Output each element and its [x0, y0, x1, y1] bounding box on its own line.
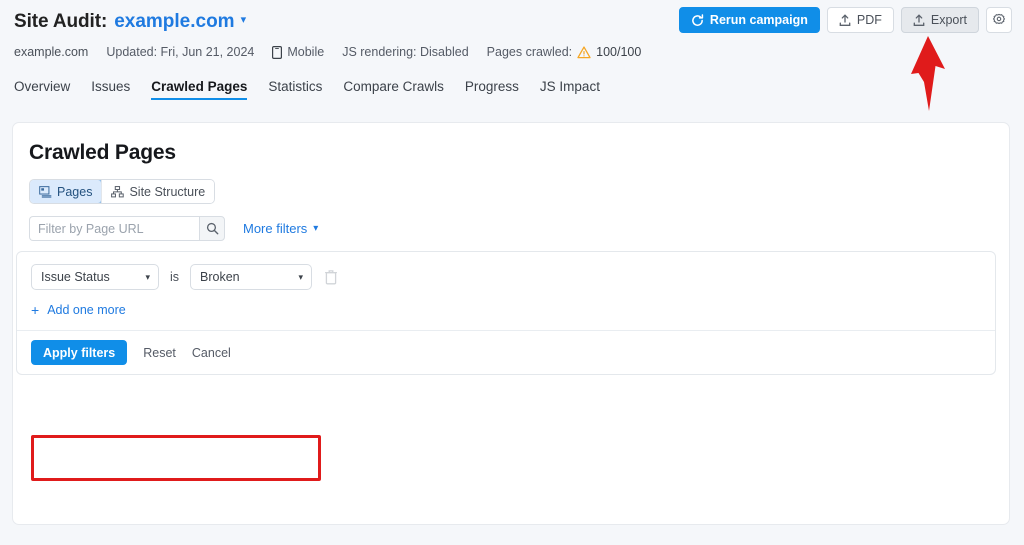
- tab-overview[interactable]: Overview: [14, 79, 70, 100]
- header-meta: example.com Updated: Fri, Jun 21, 2024 M…: [14, 45, 1010, 59]
- filter-field-wrap: Issue Status ▾: [31, 264, 159, 290]
- tab-crawled-pages[interactable]: Crawled Pages: [151, 79, 247, 100]
- more-filters-toggle[interactable]: More filters ▾: [243, 221, 318, 236]
- filter-operator-label: is: [170, 270, 180, 284]
- pdf-button[interactable]: PDF: [826, 7, 894, 33]
- meta-pages-crawled-value: 100/100: [596, 45, 642, 59]
- site-domain-link[interactable]: example.com: [114, 11, 234, 33]
- search-input[interactable]: [29, 216, 199, 241]
- tab-issues[interactable]: Issues: [91, 79, 130, 100]
- meta-pages-crawled: Pages crawled: 100/100: [487, 45, 642, 59]
- refresh-icon: [692, 13, 704, 26]
- rerun-campaign-button[interactable]: Rerun campaign: [678, 7, 820, 33]
- header-actions: Rerun campaign PDF Export: [678, 7, 1012, 33]
- page-title: Site Audit:: [14, 11, 108, 32]
- export-button[interactable]: Export: [900, 7, 979, 33]
- main-tabs: Overview Issues Crawled Pages Statistics…: [0, 73, 1024, 100]
- delete-filter-button[interactable]: [323, 268, 339, 286]
- plus-icon: +: [31, 302, 40, 318]
- tab-js-impact[interactable]: JS Impact: [540, 79, 600, 100]
- segment-site-structure[interactable]: Site Structure: [101, 180, 215, 203]
- settings-button[interactable]: [986, 7, 1012, 33]
- meta-device-label: Mobile: [287, 45, 325, 59]
- filter-value-select[interactable]: Broken: [190, 264, 313, 290]
- filter-panel-body: Issue Status ▾ is Broken ▾ + Add one mor…: [17, 252, 995, 330]
- meta-domain: example.com: [14, 45, 89, 59]
- reset-filters-button[interactable]: Reset: [143, 346, 176, 360]
- export-label: Export: [930, 13, 967, 27]
- view-mode-segmented-control: Pages Site Structure: [29, 179, 216, 204]
- apply-filters-button[interactable]: Apply filters: [31, 340, 128, 365]
- pages-grid-icon: [39, 185, 52, 198]
- card-title: Crawled Pages: [29, 141, 176, 164]
- add-one-more-label: Add one more: [47, 303, 126, 317]
- add-one-more-button[interactable]: + Add one more: [31, 303, 126, 317]
- cancel-filters-button[interactable]: Cancel: [192, 346, 231, 360]
- segment-site-structure-label: Site Structure: [129, 184, 206, 199]
- search-button[interactable]: [199, 216, 225, 241]
- filter-panel: Issue Status ▾ is Broken ▾ + Add one mor…: [16, 251, 996, 375]
- filter-bar: More filters ▾: [29, 216, 1009, 241]
- search-icon: [206, 222, 218, 235]
- tab-statistics[interactable]: Statistics: [268, 79, 322, 100]
- site-structure-icon: [111, 185, 125, 197]
- meta-pages-crawled-label: Pages crawled:: [486, 45, 573, 59]
- gear-icon: [992, 13, 1006, 25]
- filter-field-select[interactable]: Issue Status: [31, 264, 159, 290]
- upload-icon: [839, 14, 851, 26]
- search-group: [29, 216, 225, 241]
- more-filters-label: More filters: [243, 221, 308, 236]
- meta-updated: Updated: Fri, Jun 21, 2024: [106, 45, 255, 59]
- filter-value-wrap: Broken ▾: [190, 264, 313, 290]
- filter-panel-footer: Apply filters Reset Cancel: [17, 330, 995, 374]
- pdf-label: PDF: [856, 13, 882, 27]
- mobile-phone-icon: [272, 45, 283, 59]
- segment-pages[interactable]: Pages: [30, 180, 103, 203]
- trash-icon: [325, 269, 338, 284]
- chevron-down-icon[interactable]: ▾: [241, 14, 247, 26]
- upload-icon: [913, 14, 925, 26]
- filter-condition-row: Issue Status ▾ is Broken ▾: [31, 264, 981, 290]
- chevron-down-icon: ▾: [313, 223, 319, 234]
- warning-triangle-icon: [577, 45, 591, 58]
- tab-progress[interactable]: Progress: [465, 79, 519, 100]
- rerun-campaign-label: Rerun campaign: [709, 13, 808, 27]
- meta-device: Mobile: [272, 45, 324, 59]
- tab-compare-crawls[interactable]: Compare Crawls: [343, 79, 444, 100]
- meta-js-rendering: JS rendering: Disabled: [342, 45, 469, 59]
- page-header: Site Audit: example.com ▾ example.com Up…: [0, 0, 1024, 59]
- segment-pages-label: Pages: [57, 184, 93, 199]
